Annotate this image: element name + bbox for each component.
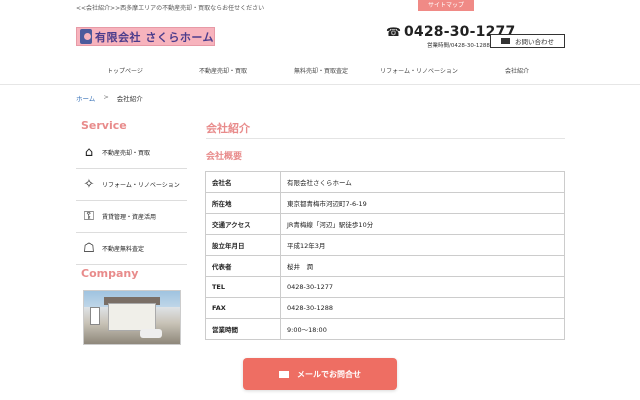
row-key: 設立年月日 (205, 234, 281, 256)
breadcrumb: ホーム > 会社紹介 (76, 93, 143, 103)
sidebar-service-title: Service (81, 119, 127, 132)
mail-icon (501, 38, 510, 44)
company-photo (83, 290, 181, 345)
sitemap-button[interactable]: サイトマップ (418, 0, 474, 11)
nav-divider (0, 84, 640, 85)
table-row: 設立年月日 平成12年3月 (205, 234, 565, 256)
logo-mark-icon (80, 29, 92, 44)
logo-text: 有限会社 さくらホーム (95, 30, 214, 44)
mail-icon (279, 370, 289, 378)
sidebar-item-label: 不動産売却・買取 (102, 150, 151, 157)
breadcrumb-home[interactable]: ホーム (76, 93, 95, 103)
table-row: 会社名 有限会社さくらホーム (205, 171, 565, 193)
sidebar-company-title: Company (81, 267, 139, 280)
table-row: TEL 0428-30-1277 (205, 276, 565, 298)
phone-icon: ☎ (386, 25, 401, 39)
business-hours: 営業時間/0428-30-1288 (427, 43, 490, 49)
sidebar-item-sell[interactable]: ⌂ 不動産売却・買取 (76, 137, 187, 169)
sidebar-item-free-appraisal[interactable]: ☖ 不動産無料査定 (76, 233, 187, 265)
row-value: 0428-30-1277 (280, 276, 565, 298)
global-nav: トップページ 不動産売却・買取 無料売却・買取査定 リフォーム・リノベーション … (76, 62, 566, 82)
sidebar-item-label: リフォーム・リノベーション (102, 182, 180, 189)
table-row: 交通アクセス JR青梅線「河辺」駅徒歩10分 (205, 213, 565, 235)
breadcrumb-separator: > (103, 93, 109, 101)
contact-button[interactable]: お問い合わせ (490, 34, 565, 48)
nav-item-reform[interactable]: リフォーム・リノベーション (370, 62, 468, 82)
table-row: 代表者 桜井 潤 (205, 255, 565, 277)
mail-contact-label: メールでお問合せ (297, 369, 361, 379)
row-key: 会社名 (205, 171, 281, 193)
row-value: 9:00〜18:00 (280, 318, 565, 340)
house-icon: ⌂ (84, 145, 94, 160)
nav-item-appraisal[interactable]: 無料売却・買取査定 (272, 62, 370, 82)
row-key: 交通アクセス (205, 213, 281, 235)
appraisal-icon: ☖ (83, 241, 95, 256)
company-info-table: 会社名 有限会社さくらホーム 所在地 東京都青梅市河辺町7-6-19 交通アクセス J… (205, 171, 565, 340)
page-title: 会社紹介 (206, 122, 250, 135)
row-value: 桜井 潤 (280, 255, 565, 277)
row-key: 所在地 (205, 192, 281, 214)
nav-item-sell[interactable]: 不動産売却・買取 (174, 62, 272, 82)
mail-contact-button[interactable]: メールでお問合せ (243, 358, 397, 390)
table-row: 所在地 東京都青梅市河辺町7-6-19 (205, 192, 565, 214)
nav-item-company[interactable]: 会社紹介 (468, 62, 566, 82)
sidebar-item-label: 賃貸管理・資産活用 (102, 214, 157, 221)
table-row: 営業時間 9:00〜18:00 (205, 318, 565, 340)
breadcrumb-current: 会社紹介 (116, 95, 143, 103)
site-logo[interactable]: 有限会社 さくらホーム (76, 27, 215, 46)
sparkle-house-icon: ✧ (83, 177, 95, 192)
row-value: 平成12年3月 (280, 234, 565, 256)
nav-item-top[interactable]: トップページ (76, 62, 174, 82)
sidebar-service-list: ⌂ 不動産売却・買取 ✧ リフォーム・リノベーション ⚿ 賃貸管理・資産活用 ☖… (76, 137, 187, 265)
row-key: 代表者 (205, 255, 281, 277)
row-key: 営業時間 (205, 318, 281, 340)
sidebar-item-rental[interactable]: ⚿ 賃貸管理・資産活用 (76, 201, 187, 233)
sidebar-item-label: 不動産無料査定 (102, 246, 145, 253)
key-icon: ⚿ (84, 209, 94, 224)
header-tagline: <<会社紹介>>西多摩エリアの不動産売却・買取ならお任せください (76, 5, 265, 12)
title-divider (206, 138, 565, 139)
sidebar-item-reform[interactable]: ✧ リフォーム・リノベーション (76, 169, 187, 201)
row-value: JR青梅線「河辺」駅徒歩10分 (280, 213, 565, 235)
contact-button-label: お問い合わせ (515, 38, 554, 46)
row-value: 有限会社さくらホーム (280, 171, 565, 193)
row-value: 東京都青梅市河辺町7-6-19 (280, 192, 565, 214)
row-key: TEL (205, 276, 281, 298)
table-row: FAX 0428-30-1288 (205, 297, 565, 319)
row-key: FAX (205, 297, 281, 319)
row-value: 0428-30-1288 (280, 297, 565, 319)
section-title: 会社概要 (206, 152, 243, 162)
